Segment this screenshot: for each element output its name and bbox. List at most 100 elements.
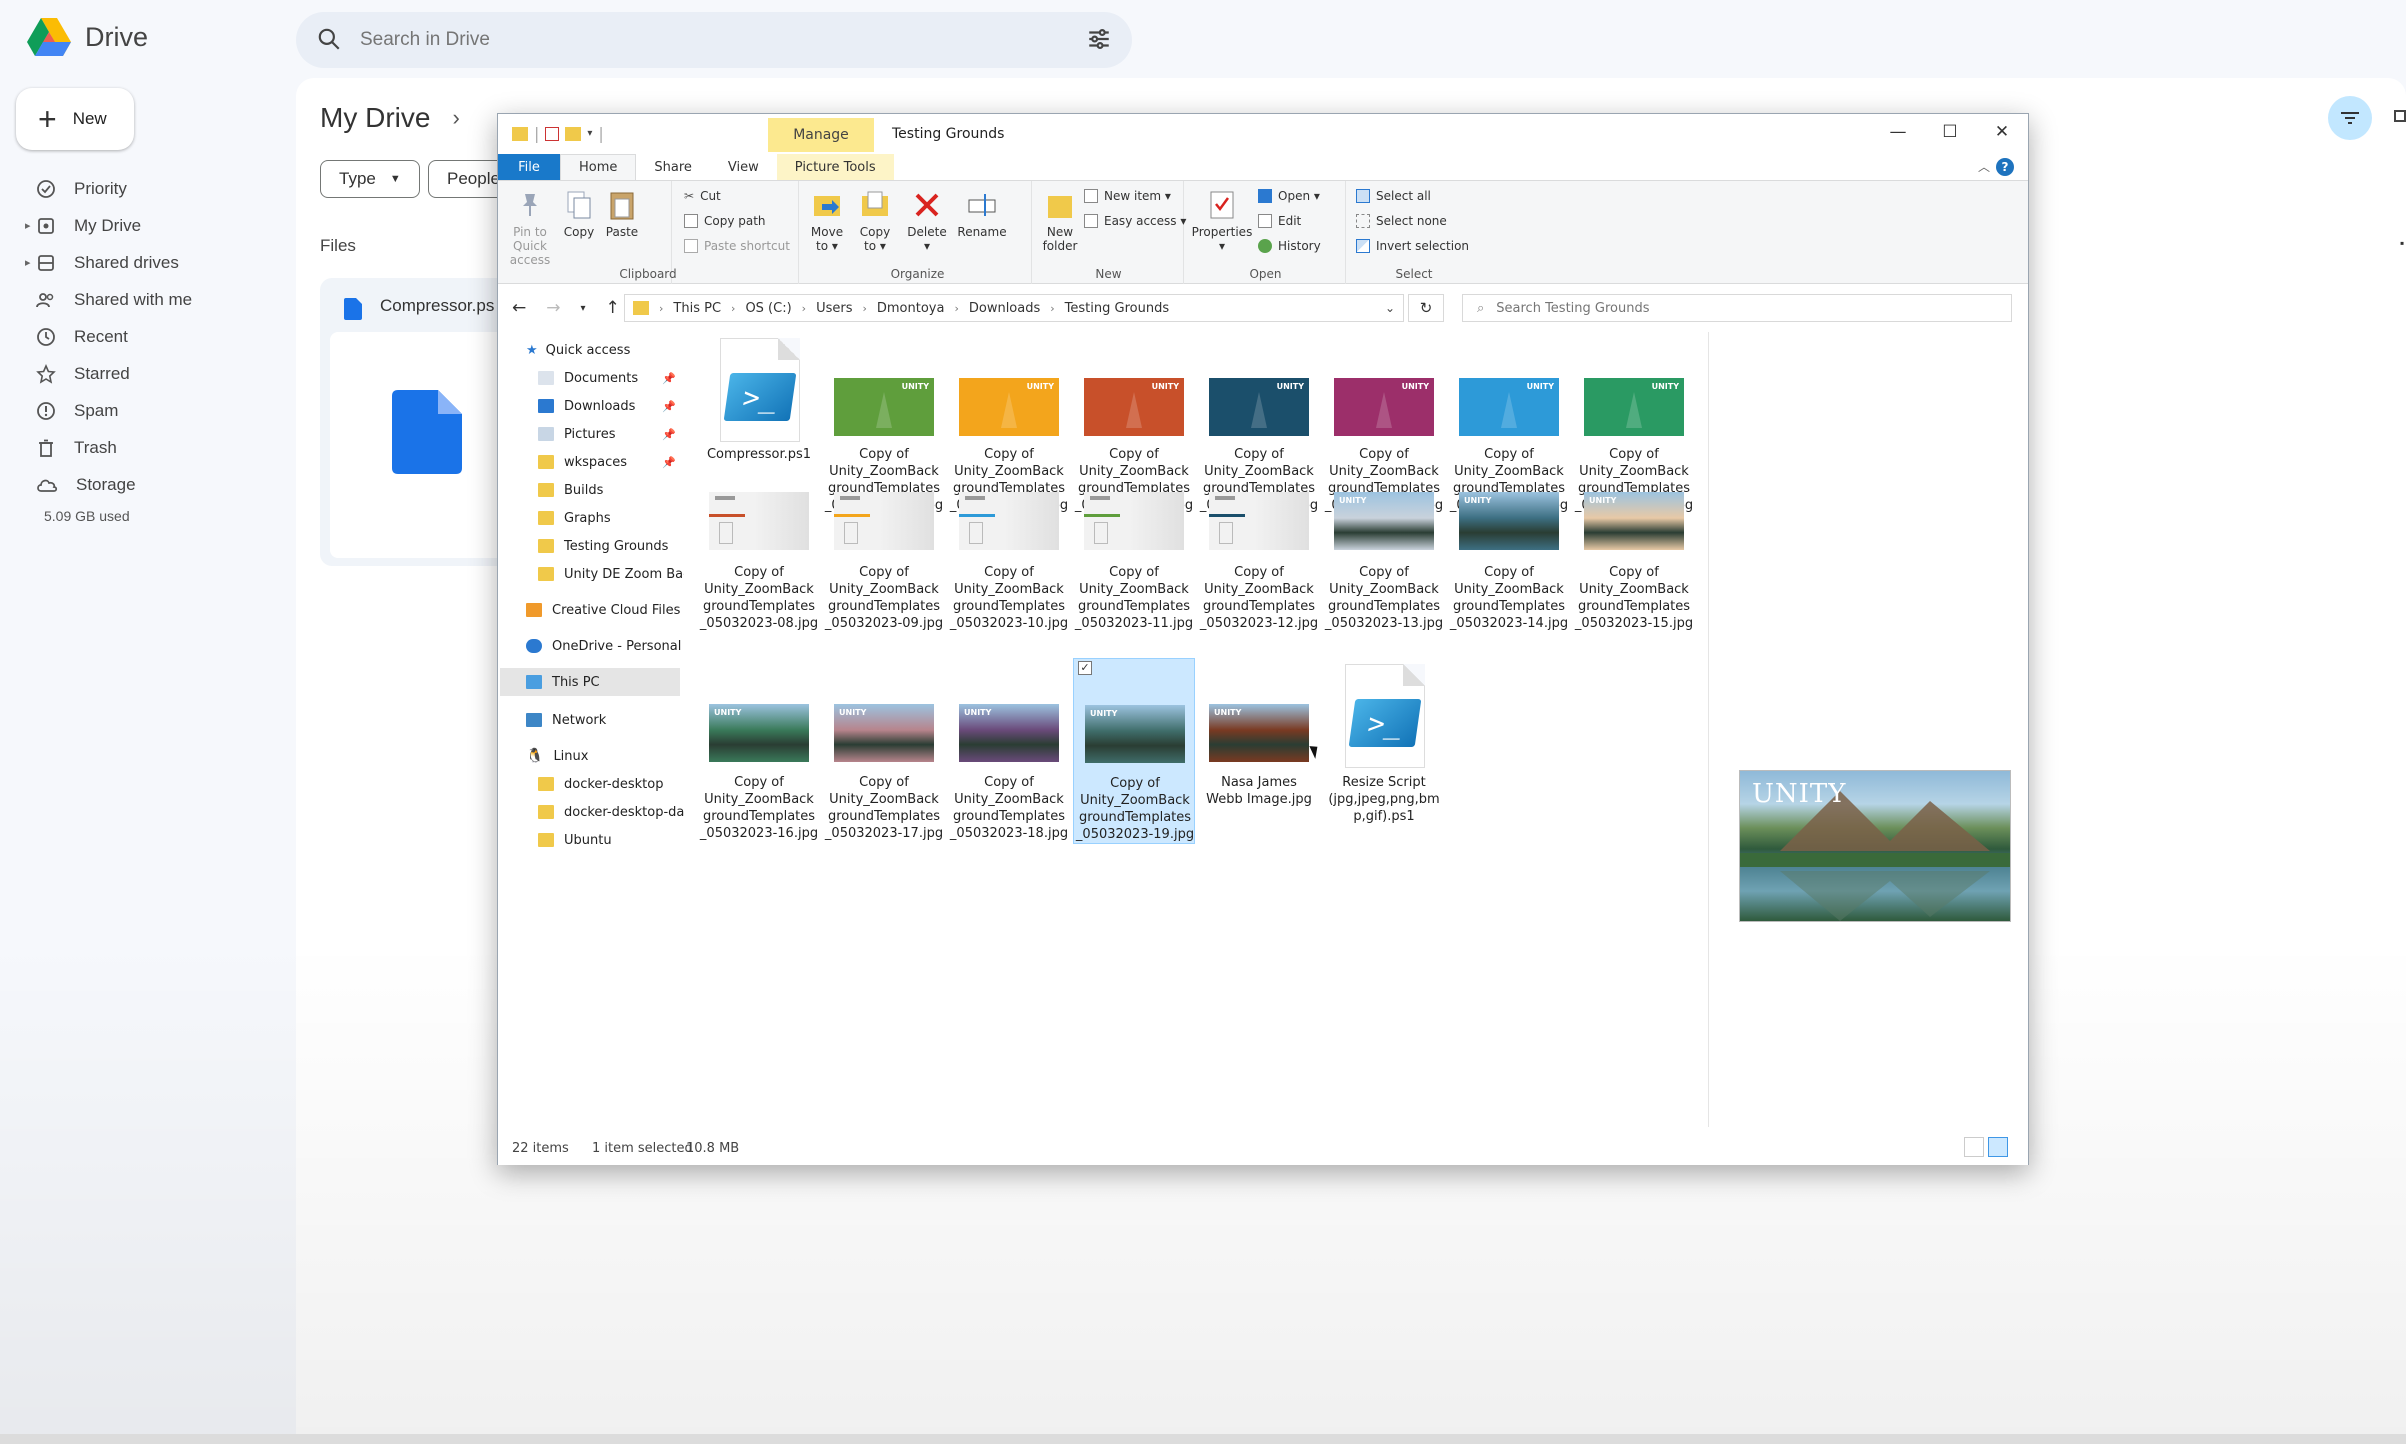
forward-arrow-icon[interactable]: → [546, 298, 560, 318]
properties-qat-icon[interactable] [545, 126, 560, 141]
file-item[interactable]: Copy of Unity_ZoomBack groundTemplates _… [823, 480, 945, 640]
file-item[interactable]: Copy of Unity_ZoomBack groundTemplates _… [1198, 480, 1320, 640]
tab-home[interactable]: Home [560, 154, 637, 180]
history-button[interactable]: History [1258, 239, 1321, 253]
manage-context-tab[interactable]: Manage [768, 118, 874, 152]
new-folder-button[interactable]: New folder [1040, 187, 1080, 254]
search-options-icon[interactable] [1086, 26, 1112, 52]
path-users[interactable]: Users [816, 301, 852, 316]
invert-selection-button[interactable]: Invert selection [1356, 239, 1469, 253]
filter-icon[interactable] [2328, 96, 2372, 140]
tab-file[interactable]: File [498, 154, 560, 180]
sidebar-item-priority[interactable]: Priority [0, 170, 290, 207]
paste-button[interactable]: Paste [604, 187, 640, 240]
copy-path-button[interactable]: Copy path [684, 214, 766, 228]
address-dropdown-icon[interactable]: ⌄ [1385, 301, 1395, 315]
sidebar-item-starred[interactable]: Starred [0, 355, 290, 392]
file-item[interactable]: >_ Resize Script (jpg,jpeg,png,bm p,gif).… [1323, 658, 1445, 844]
nav-this-pc[interactable]: This PC [500, 668, 680, 696]
qat-dropdown-icon[interactable]: ▾ [587, 128, 592, 139]
recent-locations-icon[interactable]: ▾ [581, 303, 586, 314]
properties-button[interactable]: Properties ▾ [1190, 187, 1254, 254]
nav-testing-grounds[interactable]: Testing Grounds [538, 532, 684, 560]
nav-quick-access[interactable]: ★ Quick access [526, 336, 676, 364]
search-icon[interactable] [316, 26, 342, 52]
expand-caret-icon[interactable]: ▸ [25, 256, 31, 269]
close-icon[interactable]: ✕ [1976, 114, 2028, 150]
maximize-icon[interactable]: ☐ [1924, 114, 1976, 150]
pin-to-quick-access-button[interactable]: Pin to Quick access [502, 187, 558, 267]
explorer-title-bar[interactable]: | ▾ | Manage Testing Grounds — ☐ ✕ [498, 114, 2028, 154]
sidebar-item-storage[interactable]: Storage [0, 466, 290, 503]
new-folder-qat-icon[interactable] [565, 126, 582, 141]
tab-share[interactable]: Share [636, 154, 710, 180]
file-item[interactable]: Copy of Unity_ZoomBack groundTemplates _… [948, 480, 1070, 640]
type-filter-chip[interactable]: Type ▼ [320, 160, 420, 198]
people-filter-chip[interactable]: People [428, 160, 508, 198]
grid-view-icon[interactable] [2394, 110, 2406, 122]
select-all-button[interactable]: Select all [1356, 189, 1431, 203]
paste-shortcut-button[interactable]: Paste shortcut [684, 239, 790, 253]
nav-documents[interactable]: Documents 📌 [538, 364, 678, 392]
file-item[interactable]: UNITY Copy of Unity_ZoomBack groundTempla… [1323, 480, 1445, 640]
file-item[interactable]: UNITY ✓ Copy of Unity_ZoomBack groundTempl… [1073, 658, 1195, 844]
sidebar-item-spam[interactable]: Spam [0, 392, 290, 429]
nav-pictures[interactable]: Pictures 📌 [538, 420, 678, 448]
expand-caret-icon[interactable]: ▸ [25, 219, 31, 232]
rename-button[interactable]: Rename [954, 187, 1010, 240]
back-arrow-icon[interactable]: ← [512, 298, 526, 318]
help-icon[interactable]: ? [1996, 158, 2014, 176]
file-item[interactable]: UNITY Copy of Unity_ZoomBack groundTempla… [823, 658, 945, 844]
path-downloads[interactable]: Downloads [969, 301, 1040, 316]
drive-logo[interactable]: Drive [27, 18, 148, 56]
breadcrumb-my-drive[interactable]: My Drive [320, 102, 430, 134]
file-item[interactable]: UNITY Copy of Unity_ZoomBack groundTempla… [1448, 480, 1570, 640]
nav-builds[interactable]: Builds [538, 476, 678, 504]
path-this-pc[interactable]: This PC [673, 301, 721, 316]
file-item[interactable]: UNITY Copy of Unity_ZoomBack groundTempla… [948, 658, 1070, 844]
cut-button[interactable]: ✂ Cut [684, 189, 721, 203]
copy-button[interactable]: Copy [560, 187, 598, 240]
minimize-icon[interactable]: — [1872, 114, 1924, 150]
sidebar-item-shared-with-me[interactable]: Shared with me [0, 281, 290, 318]
path-testing-grounds[interactable]: Testing Grounds [1065, 301, 1169, 316]
delete-button[interactable]: Delete ▾ [904, 187, 950, 254]
sidebar-item-recent[interactable]: Recent [0, 318, 290, 355]
sidebar-item-trash[interactable]: Trash [0, 429, 290, 466]
selection-checkbox[interactable]: ✓ [1078, 661, 1092, 675]
explorer-search-box[interactable]: ⌕ [1462, 294, 2012, 322]
select-none-button[interactable]: Select none [1356, 214, 1447, 228]
path-os-c[interactable]: OS (C:) [745, 301, 791, 316]
nav-linux[interactable]: 🐧 Linux [526, 742, 676, 770]
tab-view[interactable]: View [710, 154, 777, 180]
drive-search-input[interactable] [360, 24, 1000, 56]
nav-downloads[interactable]: Downloads 📌 [538, 392, 678, 420]
details-view-icon[interactable] [1964, 1137, 1984, 1157]
nav-docker-desktop-data[interactable]: docker-desktop-dat [538, 798, 684, 826]
file-item[interactable]: UNITY Nasa James Webb Image.jpg [1198, 658, 1320, 844]
file-item[interactable]: Copy of Unity_ZoomBack groundTemplates _… [698, 480, 820, 640]
path-dmontoya[interactable]: Dmontoya [877, 301, 945, 316]
drive-search-bar[interactable] [296, 12, 1132, 68]
new-item-button[interactable]: New item ▾ [1084, 189, 1171, 203]
nav-unity-de[interactable]: Unity DE Zoom Bac [538, 560, 684, 588]
nav-wkspaces[interactable]: wkspaces 📌 [538, 448, 678, 476]
sidebar-item-shared-drives[interactable]: ▸ Shared drives [0, 244, 290, 281]
sidebar-item-my-drive[interactable]: ▸ My Drive [0, 207, 290, 244]
new-button[interactable]: + New [16, 88, 134, 150]
move-to-button[interactable]: Move to ▾ [804, 187, 850, 254]
file-item[interactable]: UNITY Copy of Unity_ZoomBack groundTempla… [698, 658, 820, 844]
address-bar[interactable]: › This PC › OS (C:) › Users › Dmontoya ›… [624, 294, 1404, 322]
nav-onedrive[interactable]: OneDrive - Personal [526, 632, 684, 660]
file-item[interactable]: UNITY Copy of Unity_ZoomBack groundTempla… [1573, 480, 1695, 640]
up-arrow-icon[interactable]: ↑ [606, 298, 620, 318]
large-icons-view-icon[interactable] [1988, 1137, 2008, 1157]
file-card[interactable]: Compressor.ps [320, 278, 520, 566]
nav-creative-cloud[interactable]: Creative Cloud Files [526, 596, 684, 624]
refresh-icon[interactable]: ↻ [1408, 294, 1444, 322]
nav-graphs[interactable]: Graphs [538, 504, 678, 532]
collapse-ribbon-icon[interactable]: ︿ [1978, 158, 1990, 175]
nav-network[interactable]: Network [526, 706, 676, 734]
nav-docker-desktop[interactable]: docker-desktop [538, 770, 684, 798]
easy-access-button[interactable]: Easy access ▾ [1084, 214, 1186, 228]
